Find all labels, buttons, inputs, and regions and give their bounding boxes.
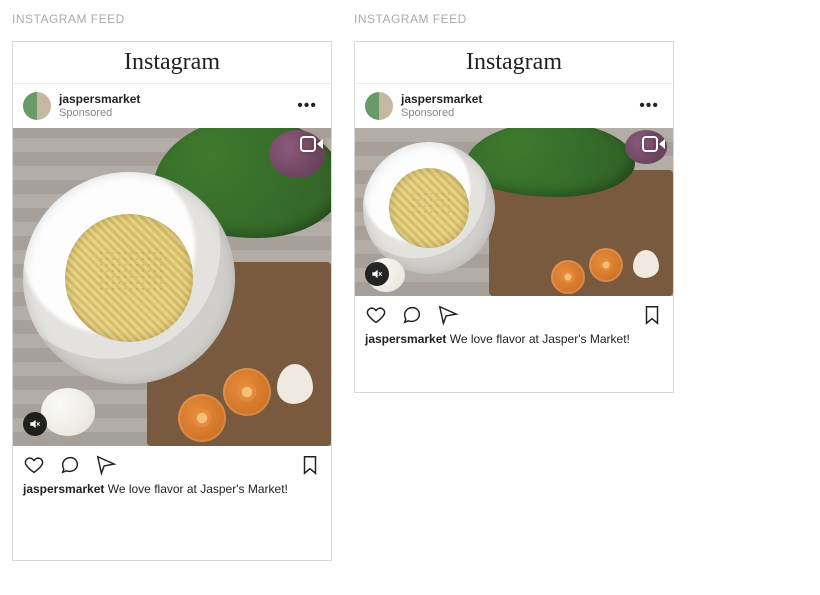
speaker-muted-icon <box>370 267 384 281</box>
instagram-logo: Instagram <box>466 49 562 76</box>
caption-username: jaspersmarket <box>365 332 446 346</box>
media-image <box>13 128 331 446</box>
instagram-card-square: Instagram jaspersmarket Sponsored ••• <box>12 41 332 561</box>
more-options-icon[interactable]: ••• <box>293 94 321 118</box>
share-icon[interactable] <box>437 304 459 326</box>
user-block[interactable]: jaspersmarket Sponsored <box>59 92 293 120</box>
brand-bar: Instagram <box>13 42 331 84</box>
caption: jaspersmarket We love flavor at Jasper's… <box>355 332 673 392</box>
preview-column-landscape: INSTAGRAM FEED Instagram jaspersmarket S… <box>354 12 674 561</box>
post-media[interactable] <box>355 128 673 296</box>
preview-container: INSTAGRAM FEED Instagram jaspersmarket S… <box>12 12 808 561</box>
section-label: INSTAGRAM FEED <box>12 12 332 26</box>
comment-icon[interactable] <box>59 454 81 476</box>
actions-row <box>13 446 331 482</box>
actions-row <box>355 296 673 332</box>
post-media[interactable] <box>13 128 331 446</box>
sponsored-label: Sponsored <box>59 107 293 120</box>
avatar[interactable] <box>23 92 51 120</box>
save-icon[interactable] <box>299 454 321 476</box>
sponsored-label: Sponsored <box>401 107 635 120</box>
instagram-logo: Instagram <box>124 49 220 76</box>
instagram-card-landscape: Instagram jaspersmarket Sponsored ••• <box>354 41 674 393</box>
media-image <box>355 128 673 296</box>
username: jaspersmarket <box>59 92 293 106</box>
sound-toggle-button[interactable] <box>23 412 47 436</box>
brand-bar: Instagram <box>355 42 673 84</box>
caption-text: We love flavor at Jasper's Market! <box>104 482 287 496</box>
like-icon[interactable] <box>365 304 387 326</box>
caption-username: jaspersmarket <box>23 482 104 496</box>
comment-icon[interactable] <box>401 304 423 326</box>
post-header: jaspersmarket Sponsored ••• <box>355 84 673 128</box>
preview-column-square: INSTAGRAM FEED Instagram jaspersmarket S… <box>12 12 332 561</box>
caption: jaspersmarket We love flavor at Jasper's… <box>13 482 331 560</box>
user-block[interactable]: jaspersmarket Sponsored <box>401 92 635 120</box>
caption-text: We love flavor at Jasper's Market! <box>446 332 629 346</box>
more-options-icon[interactable]: ••• <box>635 94 663 118</box>
save-icon[interactable] <box>641 304 663 326</box>
username: jaspersmarket <box>401 92 635 106</box>
avatar[interactable] <box>365 92 393 120</box>
video-indicator-icon <box>300 136 323 152</box>
section-label: INSTAGRAM FEED <box>354 12 674 26</box>
speaker-muted-icon <box>28 417 42 431</box>
video-indicator-icon <box>642 136 665 152</box>
like-icon[interactable] <box>23 454 45 476</box>
share-icon[interactable] <box>95 454 117 476</box>
post-header: jaspersmarket Sponsored ••• <box>13 84 331 128</box>
sound-toggle-button[interactable] <box>365 262 389 286</box>
